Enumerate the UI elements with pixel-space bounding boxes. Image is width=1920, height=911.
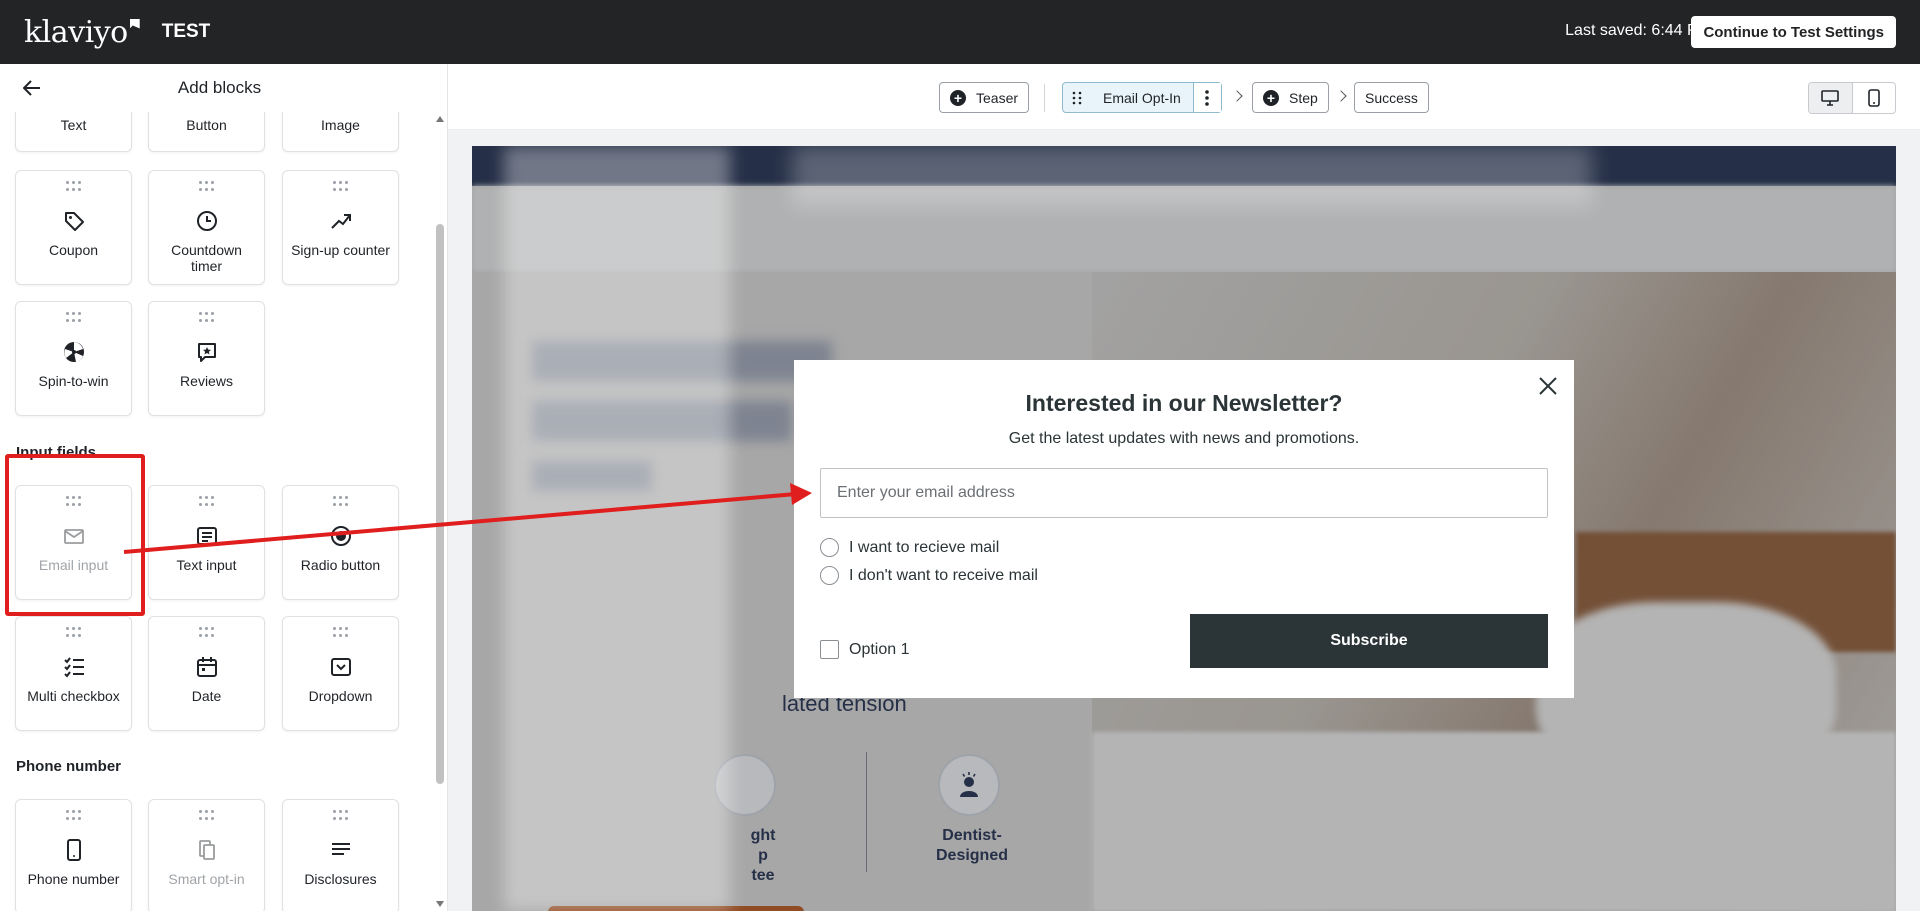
panel-header: Add blocks: [0, 64, 447, 112]
disclosures-block[interactable]: Disclosures: [282, 799, 399, 911]
subscribe-button[interactable]: Subscribe: [1190, 614, 1548, 668]
radio-circle[interactable]: [820, 566, 839, 585]
drag-handle-icon[interactable]: [66, 810, 82, 820]
add-step-button[interactable]: + Step: [1252, 82, 1329, 113]
success-step-button[interactable]: Success: [1354, 82, 1429, 113]
drag-handle-icon[interactable]: [199, 627, 215, 637]
drag-handle-icon[interactable]: [333, 810, 349, 820]
klaviyo-logo[interactable]: klaviyo: [24, 15, 140, 50]
popup-title[interactable]: Interested in our Newsletter?: [794, 390, 1574, 417]
scroll-thumb[interactable]: [436, 224, 444, 784]
mobile-icon[interactable]: [1853, 83, 1896, 113]
panel-scrollbar[interactable]: [433, 112, 447, 911]
chevron-right-icon: [1335, 90, 1347, 102]
continue-to-test-settings-button[interactable]: Continue to Test Settings: [1691, 16, 1896, 48]
step-toolbar: + Teaser Email Opt-In + Step Success: [448, 64, 1920, 130]
date-block[interactable]: Date: [148, 616, 265, 731]
coupon-block[interactable]: Coupon: [15, 170, 132, 285]
blurred-region: [504, 146, 730, 911]
text-block[interactable]: Text: [15, 112, 132, 152]
logo-flag-icon: [129, 18, 140, 29]
spin-to-win-block[interactable]: Spin-to-win: [15, 301, 132, 416]
sign-up-counter-block[interactable]: Sign-up counter: [282, 170, 399, 285]
clock-icon: [195, 209, 219, 233]
scroll-up-arrow-icon[interactable]: [436, 116, 444, 122]
last-saved-status: Last saved: 6:44 PM: [1565, 22, 1711, 39]
newsletter-popup[interactable]: Interested in our Newsletter? Get the la…: [794, 360, 1574, 698]
more-options-icon[interactable]: [1192, 83, 1221, 112]
drag-handle-icon[interactable]: [66, 627, 82, 637]
teaser-step-button[interactable]: + Teaser: [939, 82, 1030, 113]
smart-opt-in-block[interactable]: Smart opt-in: [148, 799, 265, 911]
trend-up-icon: [329, 209, 353, 233]
button-block[interactable]: Button: [148, 112, 265, 152]
calendar-icon: [195, 655, 219, 679]
drag-handle-icon[interactable]: [199, 312, 215, 322]
scroll-down-arrow-icon[interactable]: [436, 901, 444, 907]
multi-checkbox-block[interactable]: Multi checkbox: [15, 616, 132, 731]
drag-handle-icon[interactable]: [66, 496, 82, 506]
chevron-right-icon: [1231, 90, 1243, 102]
radio-button-block[interactable]: Radio button: [282, 485, 399, 600]
drag-handle-icon[interactable]: [199, 810, 215, 820]
checkbox-option-1[interactable]: Option 1: [820, 640, 909, 659]
back-arrow-icon[interactable]: [20, 76, 44, 100]
dropdown-icon: [329, 655, 353, 679]
add-blocks-panel: Add blocks Text Button Image Coupon Coun…: [0, 64, 448, 911]
text-lines-icon: [195, 524, 219, 548]
account-name: TEST: [161, 21, 211, 42]
radio-icon: [329, 524, 353, 548]
checkbox[interactable]: [820, 640, 839, 659]
drag-handle-icon[interactable]: [199, 181, 215, 191]
lines-icon: [329, 838, 353, 862]
panel-title: Add blocks: [177, 78, 262, 97]
star-chat-icon: [195, 340, 219, 364]
drag-handle-icon[interactable]: [66, 181, 82, 191]
device-preview-toggle: [1808, 82, 1896, 114]
top-bar: klaviyo TEST Last saved: 6:44 PM Continu…: [0, 0, 1920, 64]
phone-number-block[interactable]: Phone number: [15, 799, 132, 911]
plus-circle-icon: +: [1263, 89, 1279, 106]
drag-handle-icon[interactable]: [66, 312, 82, 322]
blurred-region: [792, 146, 1592, 206]
dropdown-block[interactable]: Dropdown: [282, 616, 399, 731]
divider: [1044, 84, 1045, 112]
tag-icon: [62, 209, 86, 233]
drag-handle-icon[interactable]: [333, 627, 349, 637]
reviews-block[interactable]: Reviews: [148, 301, 265, 416]
email-field[interactable]: [820, 468, 1548, 518]
checklist-icon: [62, 655, 86, 679]
drag-handle-icon[interactable]: [199, 496, 215, 506]
drag-handle-icon[interactable]: [333, 496, 349, 506]
drag-handle-icon[interactable]: [333, 181, 349, 191]
email-opt-in-step-button[interactable]: Email Opt-In: [1062, 82, 1222, 113]
blocks-list: Text Button Image Coupon Countdown timer: [0, 112, 432, 911]
plus-circle-icon: +: [950, 89, 966, 106]
smart-optin-icon: [195, 838, 219, 862]
radio-option-receive[interactable]: I want to recieve mail: [820, 538, 999, 557]
countdown-timer-block[interactable]: Countdown timer: [148, 170, 265, 285]
input-fields-heading: Input fields: [16, 444, 96, 461]
envelope-icon: [62, 524, 86, 548]
text-input-block[interactable]: Text input: [148, 485, 265, 600]
popup-subtitle[interactable]: Get the latest updates with news and pro…: [794, 430, 1574, 448]
image-block[interactable]: Image: [282, 112, 399, 152]
drag-handle-icon[interactable]: [1063, 91, 1091, 105]
desktop-icon[interactable]: [1809, 83, 1853, 113]
phone-number-heading: Phone number: [16, 758, 122, 775]
radio-option-not-receive[interactable]: I don't want to receive mail: [820, 566, 1038, 585]
email-input-block[interactable]: Email input: [15, 485, 132, 600]
spin-wheel-icon: [62, 340, 86, 364]
radio-circle[interactable]: [820, 538, 839, 557]
phone-icon: [62, 838, 86, 862]
